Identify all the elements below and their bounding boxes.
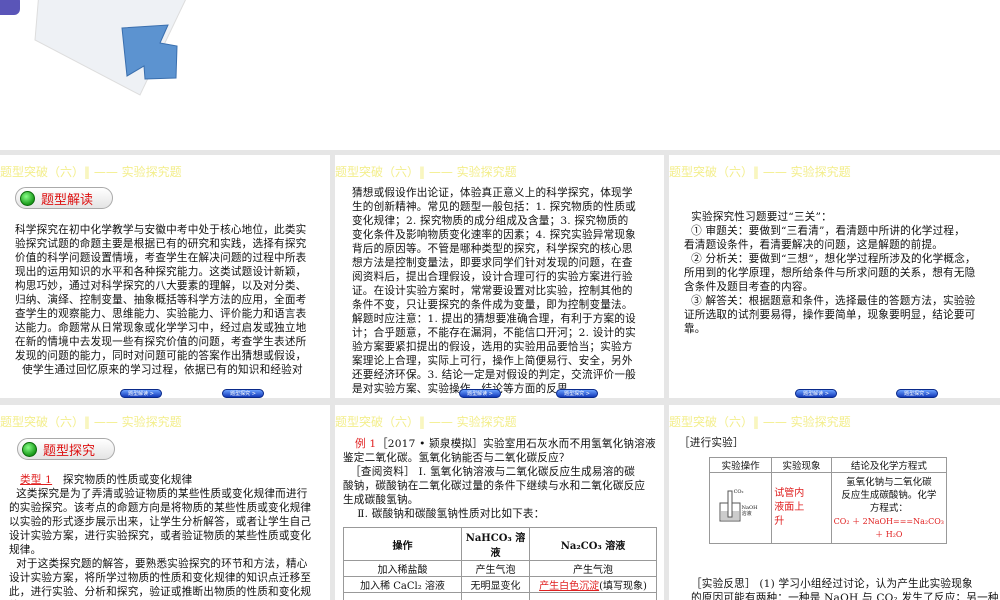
table-header: 实验操作 (708, 457, 773, 473)
body-text: 这类探究是为了弄清或验证物质的某些性质或变化规律而进行 的实验探究。该考点的命题… (9, 488, 312, 598)
slide-header: 题型突破（六）‖ —— 实验探究题 (335, 165, 517, 179)
table-header: 实验现象 (771, 457, 832, 473)
table-header: Na₂CO₃ 溶液 (529, 527, 657, 561)
green-dot-icon (22, 441, 37, 457)
table-cell: 加入稀 CaCl₂ 溶液 (343, 576, 462, 593)
slide-2-preview[interactable]: 题型突破（六）‖ —— 实验探究题 题型解读 科学探究在初中化学教学与安徽中考中… (0, 155, 330, 398)
conclusion-text: 氢氧化钠与二氧化碳 反应生成碳酸钠。化学 方程式： (841, 476, 937, 514)
body-text: 猜想或假设作出论证，体验真正意义上的科学探究，体现学 生的创新精神。常见的题型一… (352, 187, 636, 395)
slide-5-preview[interactable]: 题型突破（六）‖ —— 实验探究题 题型探究 类型 1 探究物质的性质或变化规律… (0, 405, 330, 600)
equation-text: CO₂ ＋ 2NaOH===Na₂CO₃ ＋ H₂O (833, 516, 944, 539)
slide-header: 题型突破（六）‖ —— 实验探究题 (0, 165, 182, 179)
decorative-arrow-graphic (0, 0, 186, 96)
body-text: 科学探究在初中化学教学与安徽中考中处于核心地位，此类实 验探究试题的命题主要是根… (15, 224, 307, 376)
badge-label: 题型解读 (41, 192, 94, 208)
table-header: 操作 (343, 527, 462, 561)
conclusion-cell: 氢氧化钠与二氧化碳 反应生成碳酸钠。化学 方程式： CO₂ ＋ 2NaOH===N… (830, 472, 948, 544)
table-row: CO₂ NaOH 溶液 试管内 液面上 升 氢氧化钠与二氧化碳 反应生成碳酸钠。… (708, 472, 948, 544)
type-heading: 类型 1 探究物质的性质或变化规律 (20, 473, 192, 487)
table-cell: 无明显变化 (461, 576, 530, 593)
table-header: NaHCO₃ 溶液 (461, 527, 530, 561)
section-badge: 题型解读 (15, 187, 113, 209)
answer-text: 产生白色沉淀 (539, 581, 600, 592)
slide-1-preview[interactable] (0, 0, 1000, 150)
nav-button-interpretation[interactable]: 题型解读 > (120, 389, 162, 398)
nav-button-exploration[interactable]: 题型探究 > (222, 389, 264, 398)
green-dot-icon (20, 190, 35, 206)
type-label: 类型 1 (20, 474, 53, 486)
reflection-text: ［实验反思］ (1) 学习小组经过讨论，认为产生此实验现象 的原因可能有两种：一… (691, 578, 999, 600)
nav-button-exploration[interactable]: 题型探究 > (896, 389, 938, 398)
slide-header: 题型突破（六）‖ —— 实验探究题 (669, 415, 851, 429)
slide-header: 题型突破（六）‖ —— 实验探究题 (335, 415, 517, 429)
body-text: 实验探究性习题要过“三关”： ① 审题关：要做到“三看清”，看清题中所讲的化学过… (684, 211, 976, 335)
comparison-table: 操作 NaHCO₃ 溶液 Na₂CO₃ 溶液 加入稀盐酸 产生气泡 产生气泡 加入稀 C… (343, 527, 657, 600)
phenomenon-cell: 试管内 液面上 升 (771, 472, 832, 544)
table-header: 结论及化学方程式 (830, 457, 948, 473)
table-cell: 加入稀盐酸 (343, 560, 462, 577)
slide-3-preview[interactable]: 题型突破（六）‖ —— 实验探究题 猜想或假设作出论证，体验真正意义上的科学探究… (335, 155, 664, 398)
naoh-solution-label: NaOH 溶液 (741, 505, 758, 517)
example-text: ［2017 • 颍泉模拟］实验室用石灰水而不用氢氧化钠溶液 鉴定二氧化碳。氢氧化… (343, 438, 656, 520)
body-text: ［2017 • 颍泉模拟］实验室用石灰水而不用氢氧化钠溶液 鉴定二氧化碳。氢氧化… (343, 437, 656, 521)
slide-6-preview[interactable]: 题型突破（六）‖ —— 实验探究题 例 1 ［2017 • 颍泉模拟］实验室用石… (335, 405, 664, 600)
section-heading: ［进行实验］ (679, 437, 744, 449)
nav-button-interpretation[interactable]: 题型解读 > (795, 389, 837, 398)
slide-4-preview[interactable]: 题型突破（六）‖ —— 实验探究题 实验探究性习题要过“三关”： ① 审题关：要… (669, 155, 1000, 398)
slide-header: 题型突破（六）‖ —— 实验探究题 (0, 415, 182, 429)
nav-button-interpretation[interactable]: 题型解读 > (459, 389, 501, 398)
slide-7-preview[interactable]: 题型突破（六）‖ —— 实验探究题 ［进行实验］ 实验操作 实验现象 结论及化学方程… (669, 405, 1000, 600)
section-badge: 题型探究 (17, 438, 115, 460)
badge-label: 题型探究 (43, 443, 96, 459)
table-cell: 产生气泡 (529, 560, 657, 577)
nav-button-exploration[interactable]: 题型探究 > (556, 389, 598, 398)
type-title: 探究物质的性质或变化规律 (62, 474, 193, 486)
fill-hint: (填写现象) (599, 581, 647, 592)
co2-label: CO₂ (733, 489, 744, 495)
table-row: 加入稀 CaCl₂ 溶液 无明显变化 产生白色沉淀(填写现象) (343, 576, 657, 593)
table-cell: 产生白色沉淀(填写现象) (529, 576, 657, 593)
table-cell: 产生气泡 (461, 560, 530, 577)
experiment-table: 实验操作 实验现象 结论及化学方程式 CO₂ NaOH 溶液 试管内 液面上 升 氢… (708, 457, 948, 544)
slide-header: 题型突破（六）‖ —— 实验探究题 (669, 165, 851, 179)
table-row: 加入稀盐酸 产生气泡 产生气泡 (343, 560, 657, 577)
apparatus-cell: CO₂ NaOH 溶液 (708, 472, 773, 544)
